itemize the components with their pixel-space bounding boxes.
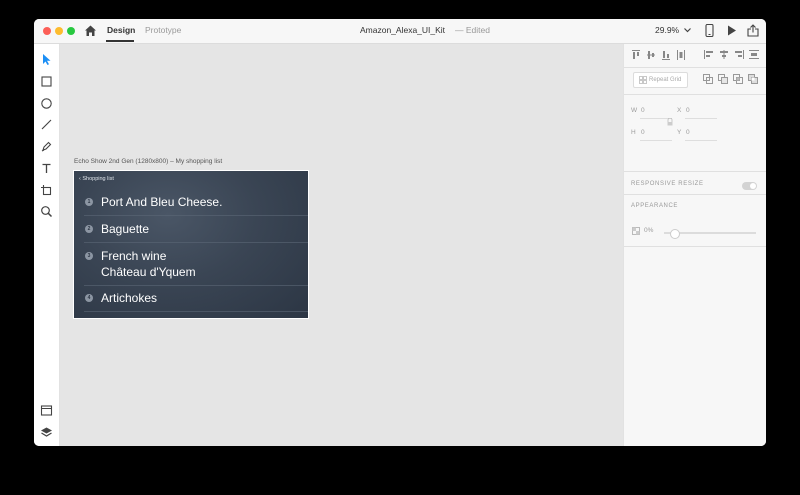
share-icon[interactable] — [747, 24, 759, 37]
canvas[interactable]: Echo Show 2nd Gen (1280x800) – My shoppi… — [60, 44, 623, 446]
height-field-underline — [640, 140, 672, 141]
align-bottom-icon[interactable] — [662, 50, 670, 60]
divider — [624, 94, 766, 95]
x-label: X — [677, 107, 682, 114]
divider — [624, 246, 766, 247]
x-field-underline — [685, 118, 717, 119]
toggle-knob — [750, 183, 756, 189]
divider — [84, 285, 308, 286]
assets-icon[interactable] — [40, 404, 53, 417]
item-text: Port And Bleu Cheese. — [101, 195, 223, 209]
item-text: Château d'Yquem — [101, 265, 196, 279]
zoom-level[interactable]: 29.9% — [655, 25, 679, 35]
divider — [624, 194, 766, 195]
boolean-intersect-icon[interactable] — [733, 74, 743, 84]
active-tab-indicator — [106, 40, 134, 42]
tab-design[interactable]: Design — [107, 25, 135, 35]
minimize-window-button[interactable] — [55, 27, 63, 35]
zoom-icon[interactable] — [40, 205, 53, 218]
pen-icon[interactable] — [40, 140, 53, 153]
distribute-horizontal-icon[interactable] — [749, 50, 759, 59]
item-text: Artichokes — [101, 291, 158, 305]
width-field[interactable]: 0 — [641, 107, 645, 114]
close-window-button[interactable] — [43, 27, 51, 35]
layers-icon[interactable] — [40, 426, 53, 439]
lock-aspect-icon[interactable] — [667, 118, 673, 126]
x-field[interactable]: 0 — [686, 107, 690, 114]
properties-panel: Repeat Grid W 0 X 0 H 0 Y 0 RESPONSIVE R… — [623, 44, 766, 446]
divider — [624, 171, 766, 172]
responsive-resize-label: RESPONSIVE RESIZE — [631, 181, 704, 187]
align-top-icon[interactable] — [632, 50, 640, 60]
title-bar: Design Prototype Amazon_Alexa_UI_Kit — E… — [34, 19, 766, 44]
tab-prototype[interactable]: Prototype — [145, 25, 181, 35]
item-number: 4 — [85, 294, 93, 302]
zoom-window-button[interactable] — [67, 27, 75, 35]
divider — [624, 67, 766, 68]
divider — [84, 311, 308, 312]
document-status: — Edited — [455, 25, 490, 35]
height-label: H — [631, 129, 636, 136]
opacity-icon — [632, 227, 640, 235]
device-preview-icon[interactable] — [705, 24, 714, 37]
line-icon[interactable] — [40, 118, 53, 131]
boolean-exclude-icon[interactable] — [748, 74, 758, 84]
align-right-icon[interactable] — [734, 50, 744, 59]
opacity-value[interactable]: 0% — [644, 227, 653, 234]
appearance-label: APPEARANCE — [631, 203, 679, 209]
rectangle-icon[interactable] — [40, 75, 53, 88]
artboard-shopping-list[interactable]: ‹ Shopping list 1 Port And Bleu Cheese. … — [73, 170, 309, 319]
item-number: 1 — [85, 198, 93, 206]
play-icon[interactable] — [727, 25, 737, 36]
responsive-resize-toggle[interactable] — [742, 182, 757, 190]
boolean-add-icon[interactable] — [703, 74, 713, 84]
repeat-grid-button[interactable]: Repeat Grid — [633, 72, 688, 88]
home-icon[interactable] — [84, 24, 97, 37]
app-window: Design Prototype Amazon_Alexa_UI_Kit — E… — [34, 19, 766, 446]
ellipse-icon[interactable] — [40, 97, 53, 110]
divider — [84, 242, 308, 243]
opacity-slider-handle[interactable] — [670, 229, 680, 239]
height-field[interactable]: 0 — [641, 129, 645, 136]
width-label: W — [631, 107, 638, 114]
y-label: Y — [677, 129, 682, 136]
align-center-icon[interactable] — [719, 50, 729, 59]
align-left-icon[interactable] — [704, 50, 714, 59]
y-field-underline — [685, 140, 717, 141]
item-number: 3 — [85, 252, 93, 260]
repeat-grid-label: Repeat Grid — [649, 77, 682, 83]
chevron-down-icon[interactable] — [684, 27, 691, 33]
align-middle-icon[interactable] — [647, 50, 655, 60]
document-title: Amazon_Alexa_UI_Kit — [360, 25, 446, 35]
item-text: Baguette — [101, 222, 150, 236]
artboard-icon[interactable] — [40, 184, 53, 197]
tools-panel — [34, 44, 60, 446]
divider — [84, 215, 308, 216]
item-number: 2 — [85, 225, 93, 233]
back-label: Shopping list — [82, 176, 114, 182]
select-icon[interactable] — [40, 53, 53, 66]
item-text: French wine — [101, 249, 167, 263]
text-icon[interactable] — [40, 162, 53, 175]
back-link[interactable]: ‹ Shopping list — [79, 176, 114, 182]
y-field[interactable]: 0 — [686, 129, 690, 136]
boolean-subtract-icon[interactable] — [718, 74, 728, 84]
repeat-grid-icon — [639, 76, 647, 84]
artboard-title[interactable]: Echo Show 2nd Gen (1280x800) – My shoppi… — [74, 158, 222, 165]
distribute-vertical-icon[interactable] — [677, 50, 685, 60]
